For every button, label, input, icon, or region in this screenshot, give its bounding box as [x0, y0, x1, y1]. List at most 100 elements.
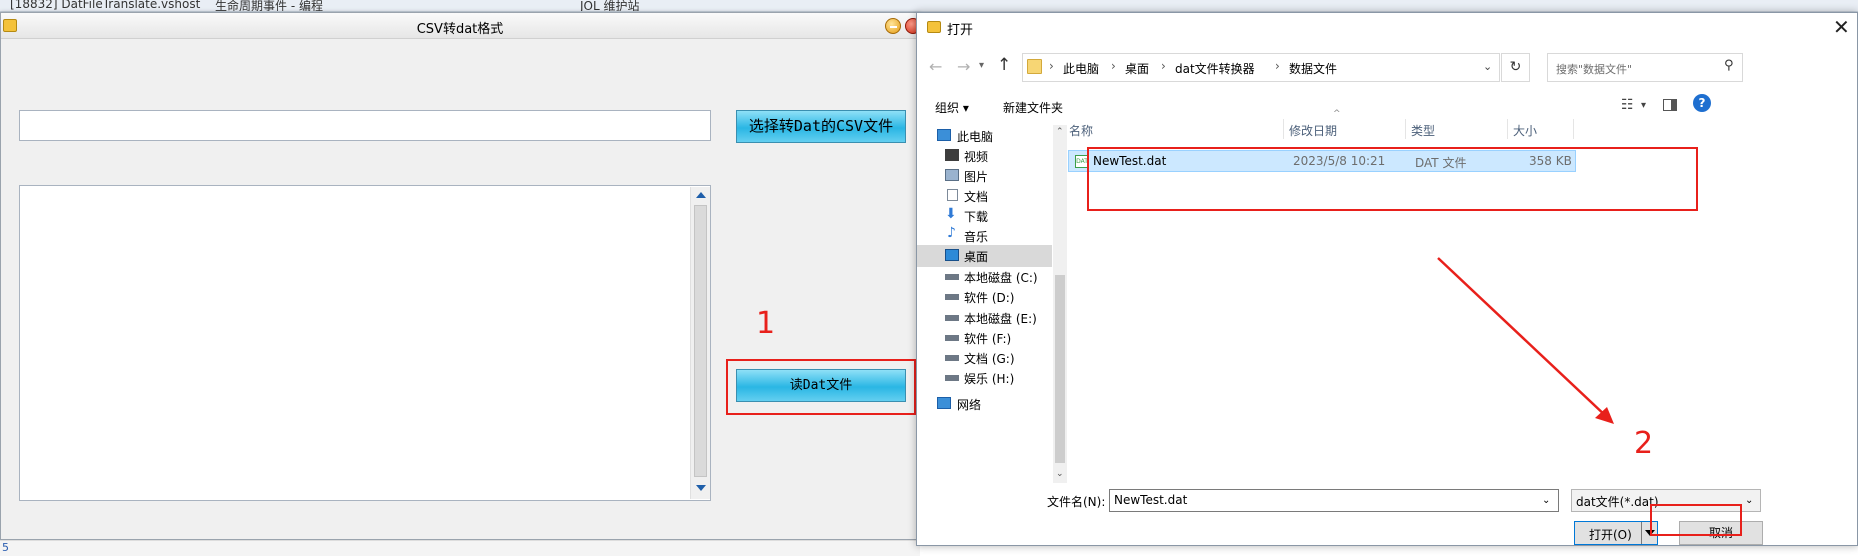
status-line-number: 5	[2, 541, 9, 554]
background-tab-2[interactable]: 生命周期事件 - 编程	[215, 0, 323, 11]
column-divider[interactable]	[1405, 119, 1406, 139]
tree-item-drive-h[interactable]: 娱乐 (H:)	[917, 367, 1052, 389]
tree-item-music[interactable]: ♪ 音乐	[917, 225, 1052, 247]
help-icon[interactable]: ?	[1693, 94, 1711, 112]
tree-item-label: 娱乐 (H:)	[964, 372, 1015, 386]
download-icon: ⬇	[945, 206, 957, 222]
status-strip: 5	[0, 540, 920, 556]
column-modified[interactable]: 修改日期	[1289, 122, 1337, 139]
tree-item-network[interactable]: 网络	[917, 393, 1052, 415]
desktop-icon	[945, 249, 959, 261]
breadcrumb-desktop[interactable]: 桌面	[1125, 60, 1149, 77]
video-icon	[945, 149, 959, 161]
open-button[interactable]: 打开(O)	[1574, 521, 1658, 545]
back-arrow-icon[interactable]: ←	[929, 57, 942, 76]
view-dropdown-icon[interactable]: ▾	[1641, 100, 1646, 111]
annotation-step-2: 2	[1634, 426, 1654, 461]
drive-icon	[945, 294, 959, 300]
address-dropdown-icon[interactable]: ⌄	[1483, 60, 1492, 73]
document-icon	[947, 189, 958, 201]
drive-icon	[945, 355, 959, 361]
breadcrumb-converter[interactable]: dat文件转换器	[1175, 60, 1255, 77]
column-divider[interactable]	[1507, 119, 1508, 139]
tree-scroll-up-icon[interactable]: ⌃	[1056, 127, 1064, 137]
tree-item-label: 本地磁盘 (C:)	[964, 271, 1038, 285]
background-tab-3[interactable]: JOL 维护站	[580, 0, 640, 11]
tree-item-label: 图片	[964, 170, 989, 184]
breadcrumb-chevron-icon[interactable]: ›	[1275, 59, 1280, 73]
scroll-thumb[interactable]	[694, 205, 707, 477]
csv-path-input[interactable]	[19, 110, 711, 141]
drive-icon	[945, 335, 959, 341]
scroll-up-arrow-icon[interactable]	[696, 192, 706, 198]
app-title-bar[interactable]: CSV转dat格式	[1, 13, 921, 39]
tree-scroll-thumb[interactable]	[1055, 275, 1065, 463]
tree-item-label: 网络	[957, 398, 982, 412]
computer-icon	[937, 129, 951, 141]
tree-item-drive-g[interactable]: 文档 (G:)	[917, 347, 1052, 369]
tree-scrollbar[interactable]: ⌃ ⌄	[1053, 125, 1067, 483]
file-name-value: NewTest.dat	[1114, 493, 1188, 507]
drive-icon	[945, 315, 959, 321]
up-arrow-icon[interactable]: ↑	[997, 55, 1011, 75]
log-scrollbar[interactable]	[690, 187, 710, 499]
breadcrumb-chevron-icon[interactable]: ›	[1111, 59, 1116, 73]
file-name-input[interactable]: NewTest.dat ⌄	[1109, 489, 1559, 512]
minimize-button[interactable]	[885, 18, 901, 34]
breadcrumb-data-files[interactable]: 数据文件	[1289, 60, 1337, 77]
tree-item-downloads[interactable]: ⬇ 下载	[917, 205, 1052, 227]
view-options-icon[interactable]: ☷	[1621, 97, 1634, 113]
tree-item-this-pc[interactable]: 此电脑	[917, 125, 1052, 147]
search-placeholder: 搜索"数据文件"	[1556, 63, 1633, 76]
tree-item-label: 音乐	[964, 230, 989, 244]
forward-arrow-icon[interactable]: →	[957, 57, 970, 76]
tree-item-drive-f[interactable]: 软件 (F:)	[917, 327, 1052, 349]
search-icon[interactable]: ⚲	[1724, 58, 1734, 73]
tree-item-drive-c[interactable]: 本地磁盘 (C:)	[917, 266, 1052, 288]
music-icon: ♪	[947, 225, 956, 241]
sort-ascending-icon: ^	[1333, 109, 1341, 119]
annotation-arrow	[1437, 257, 1614, 424]
file-list-header: ^ 名称 修改日期 类型 大小	[1065, 109, 1845, 141]
tree-item-pictures[interactable]: 图片	[917, 165, 1052, 187]
column-divider[interactable]	[1283, 119, 1284, 139]
tree-item-documents[interactable]: 文档	[917, 185, 1052, 207]
scroll-down-arrow-icon[interactable]	[696, 485, 706, 491]
new-folder-button[interactable]: 新建文件夹	[1003, 99, 1063, 116]
file-name-label: 文件名(N):	[1047, 495, 1106, 509]
annotation-box-read-button	[726, 359, 916, 415]
column-divider[interactable]	[1573, 119, 1574, 139]
filter-dropdown-icon[interactable]: ⌄	[1745, 495, 1753, 506]
refresh-icon[interactable]: ↻	[1501, 53, 1530, 82]
tree-item-label: 文档	[964, 190, 989, 204]
address-bar[interactable]: › 此电脑 › 桌面 › dat文件转换器 › 数据文件 ⌄	[1022, 53, 1500, 82]
dialog-close-icon[interactable]: ✕	[1833, 15, 1850, 39]
column-name[interactable]: 名称	[1069, 122, 1093, 139]
tree-item-desktop[interactable]: 桌面	[917, 245, 1052, 267]
breadcrumb-chevron-icon[interactable]: ›	[1161, 59, 1166, 73]
tree-item-label: 文档 (G:)	[964, 352, 1015, 366]
column-type[interactable]: 类型	[1411, 122, 1435, 139]
breadcrumb-chevron-icon[interactable]: ›	[1049, 59, 1054, 73]
tree-item-drive-d[interactable]: 软件 (D:)	[917, 286, 1052, 308]
select-csv-button[interactable]: 选择转Dat的CSV文件	[736, 110, 906, 143]
background-taskbar-tabs: [18832] DatFileTranslate.vshost 生命周期事件 -…	[0, 0, 1858, 12]
annotation-box-open-button	[1650, 504, 1742, 536]
open-button-label: 打开(O)	[1589, 528, 1632, 542]
log-textarea[interactable]	[19, 185, 711, 501]
file-name-dropdown-icon[interactable]: ⌄	[1542, 495, 1550, 506]
tree-item-label: 桌面	[964, 250, 989, 264]
tree-item-drive-e[interactable]: 本地磁盘 (E:)	[917, 307, 1052, 329]
tree-item-label: 软件 (D:)	[964, 291, 1015, 305]
tree-scroll-down-icon[interactable]: ⌄	[1056, 469, 1064, 479]
search-input[interactable]: 搜索"数据文件" ⚲	[1547, 53, 1743, 82]
preview-pane-icon[interactable]	[1663, 99, 1677, 111]
column-size[interactable]: 大小	[1513, 122, 1537, 139]
app-title: CSV转dat格式	[416, 22, 504, 37]
organize-menu[interactable]: 组织 ▾	[935, 99, 969, 116]
open-split-divider	[1641, 522, 1642, 544]
background-tab-1[interactable]: [18832] DatFileTranslate.vshost	[10, 0, 200, 11]
tree-item-videos[interactable]: 视频	[917, 145, 1052, 167]
breadcrumb-this-pc[interactable]: 此电脑	[1063, 60, 1099, 77]
recent-locations-dropdown-icon[interactable]: ▾	[979, 60, 984, 71]
